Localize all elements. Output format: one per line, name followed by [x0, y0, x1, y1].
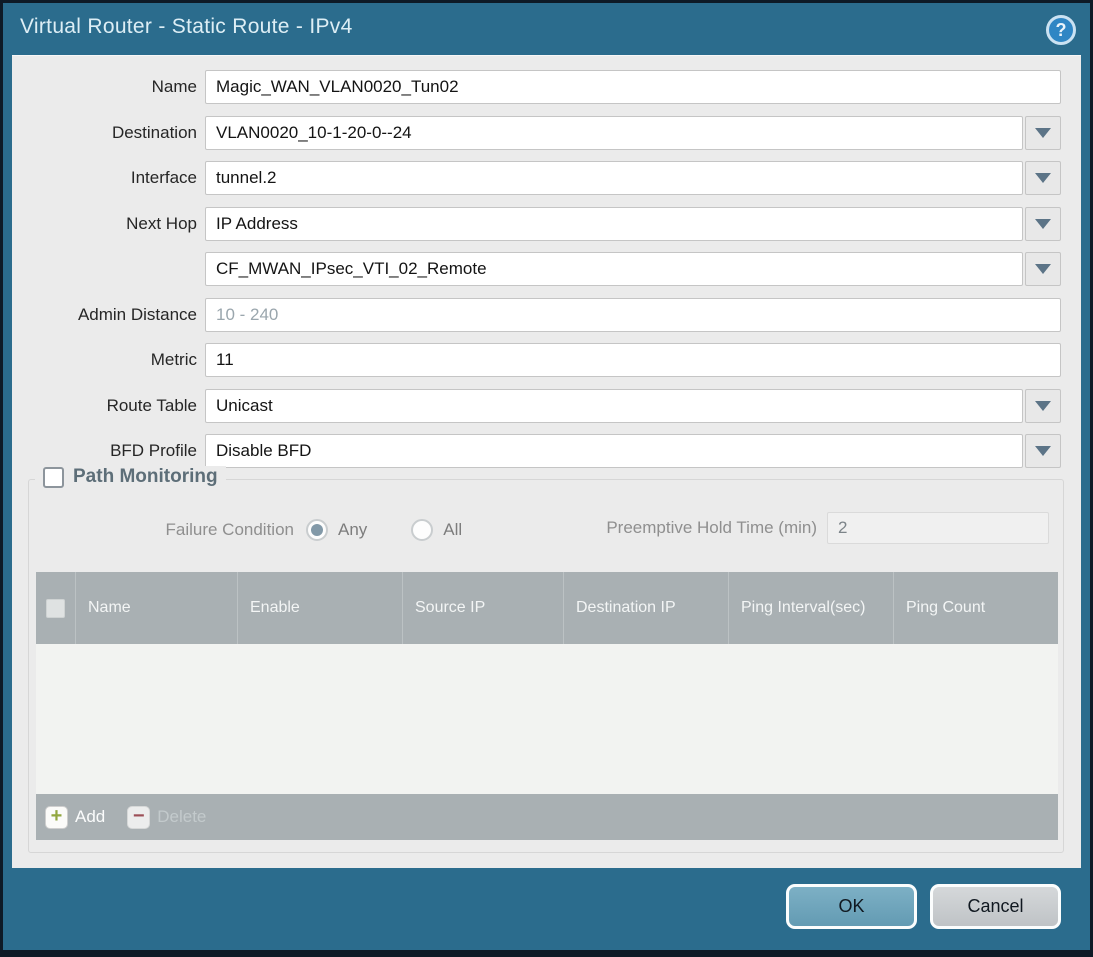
add-button-label: Add — [75, 807, 105, 827]
column-header-ping-interval[interactable]: Ping Interval(sec) — [729, 572, 894, 644]
column-header-enable[interactable]: Enable — [238, 572, 403, 644]
chevron-down-icon — [1035, 264, 1051, 274]
bfd-profile-dropdown-button[interactable] — [1025, 434, 1061, 468]
admin-distance-input[interactable] — [205, 298, 1061, 332]
name-label: Name — [12, 70, 205, 104]
destination-row: Destination — [12, 116, 1061, 150]
path-monitoring-legend: Path Monitoring — [35, 466, 226, 488]
dialog-title: Virtual Router - Static Route - IPv4 — [20, 15, 353, 39]
next-hop-label: Next Hop — [12, 207, 205, 241]
failure-condition-row: Failure Condition Any All — [29, 512, 506, 548]
failure-condition-label: Failure Condition — [29, 520, 306, 540]
bfd-profile-row: BFD Profile — [12, 434, 1061, 468]
failure-condition-all-option: All — [411, 519, 462, 541]
bfd-profile-label: BFD Profile — [12, 434, 205, 468]
chevron-down-icon — [1035, 219, 1051, 229]
preemptive-hold-time-label: Preemptive Hold Time (min) — [606, 518, 827, 538]
metric-label: Metric — [12, 343, 205, 377]
chevron-down-icon — [1035, 446, 1051, 456]
path-monitoring-title: Path Monitoring — [73, 466, 218, 488]
path-monitoring-checkbox[interactable] — [43, 467, 64, 488]
any-radio-label: Any — [338, 520, 367, 540]
next-hop-address-row — [12, 252, 1061, 286]
next-hop-address-input[interactable] — [205, 252, 1023, 286]
column-header-ping-count[interactable]: Ping Count — [894, 572, 1058, 644]
next-hop-row: Next Hop — [12, 207, 1061, 241]
delete-button[interactable]: − Delete — [127, 806, 206, 829]
next-hop-type-dropdown-button[interactable] — [1025, 207, 1061, 241]
route-table-row: Route Table — [12, 389, 1061, 423]
interface-row: Interface — [12, 161, 1061, 195]
metric-input[interactable] — [205, 343, 1061, 377]
radio-dot — [311, 524, 323, 536]
destination-input[interactable] — [205, 116, 1023, 150]
minus-icon: − — [127, 806, 150, 829]
chevron-down-icon — [1035, 173, 1051, 183]
table-header-row: Name Enable Source IP Destination IP Pin… — [36, 572, 1058, 644]
path-monitoring-group: Path Monitoring Failure Condition Any Al… — [28, 479, 1064, 853]
table-toolbar: + Add − Delete — [36, 794, 1058, 840]
admin-distance-row: Admin Distance — [12, 298, 1061, 332]
plus-icon: + — [45, 806, 68, 829]
interface-dropdown-button[interactable] — [1025, 161, 1061, 195]
table-body-empty — [36, 644, 1058, 794]
route-table-input[interactable] — [205, 389, 1023, 423]
cancel-button[interactable]: Cancel — [930, 884, 1061, 929]
destination-dropdown-button[interactable] — [1025, 116, 1061, 150]
failure-condition-any-option: Any — [306, 519, 367, 541]
name-input[interactable] — [205, 70, 1061, 104]
preemptive-hold-time-group: Preemptive Hold Time (min) — [606, 512, 1049, 544]
path-monitoring-table: Name Enable Source IP Destination IP Pin… — [36, 572, 1058, 840]
interface-label: Interface — [12, 161, 205, 195]
destination-label: Destination — [12, 116, 205, 150]
column-header-source-ip[interactable]: Source IP — [403, 572, 564, 644]
add-button[interactable]: + Add — [45, 806, 105, 829]
delete-button-label: Delete — [157, 807, 206, 827]
metric-row: Metric — [12, 343, 1061, 377]
select-all-checkbox[interactable] — [46, 599, 65, 618]
next-hop-type-input[interactable] — [205, 207, 1023, 241]
route-table-dropdown-button[interactable] — [1025, 389, 1061, 423]
chevron-down-icon — [1035, 128, 1051, 138]
select-all-cell — [36, 572, 76, 644]
dialog-body: Name Destination Interface Next Hop — [12, 55, 1081, 868]
next-hop-address-dropdown-button[interactable] — [1025, 252, 1061, 286]
preemptive-hold-time-input[interactable] — [827, 512, 1049, 544]
name-row: Name — [12, 70, 1061, 104]
column-header-name[interactable]: Name — [76, 572, 238, 644]
interface-input[interactable] — [205, 161, 1023, 195]
all-radio[interactable] — [411, 519, 433, 541]
column-header-destination-ip[interactable]: Destination IP — [564, 572, 729, 644]
admin-distance-label: Admin Distance — [12, 298, 205, 332]
static-route-dialog: Virtual Router - Static Route - IPv4 ? N… — [0, 0, 1093, 957]
help-icon[interactable]: ? — [1046, 15, 1076, 45]
chevron-down-icon — [1035, 401, 1051, 411]
any-radio[interactable] — [306, 519, 328, 541]
bfd-profile-input[interactable] — [205, 434, 1023, 468]
ok-button[interactable]: OK — [786, 884, 917, 929]
route-table-label: Route Table — [12, 389, 205, 423]
all-radio-label: All — [443, 520, 462, 540]
